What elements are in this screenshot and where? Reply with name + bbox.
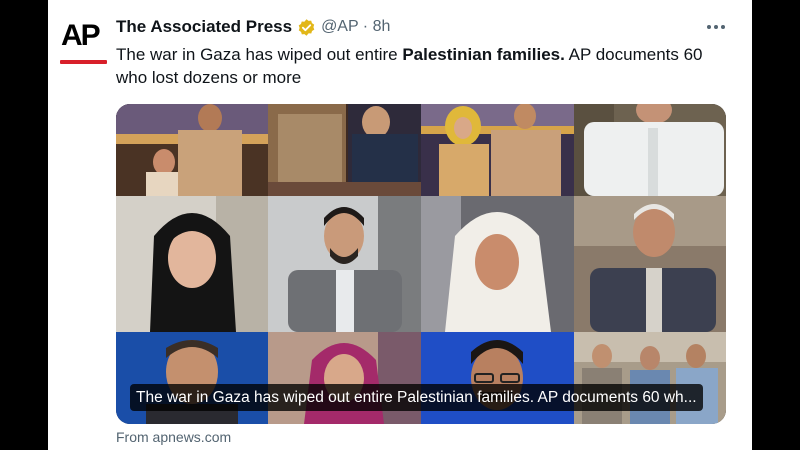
- link-card-image[interactable]: The war in Gaza has wiped out entire Pal…: [116, 104, 726, 424]
- letterbox-left: [0, 0, 48, 450]
- verified-badge-icon[interactable]: [297, 18, 316, 37]
- photo-tile-couple-yellow-hijab: [421, 104, 574, 196]
- avatar-logo-bar: [60, 60, 107, 64]
- more-options-icon[interactable]: [702, 14, 730, 40]
- photo-tile-elderly-man-white: [574, 104, 726, 196]
- avatar[interactable]: AP: [56, 12, 110, 66]
- tweet-header: The Associated Press @AP · 8h: [116, 14, 390, 40]
- link-card-caption: The war in Gaza has wiped out entire Pal…: [130, 384, 703, 411]
- photo-tile-young-man-suit: [268, 196, 421, 332]
- tweet-text-part1: The war in Gaza has wiped out entire: [116, 45, 403, 64]
- link-source[interactable]: From apnews.com: [116, 429, 231, 445]
- photo-tile-woman-white-hijab: [421, 196, 574, 332]
- photo-tile-father-daughter: [116, 104, 268, 196]
- letterbox-right: [752, 0, 800, 450]
- tweet-text-bold: Palestinian families.: [402, 45, 565, 64]
- handle-and-time: @AP · 8h: [321, 18, 391, 35]
- tweet-text: The war in Gaza has wiped out entire Pal…: [116, 43, 731, 89]
- avatar-logo-text: AP: [61, 19, 101, 52]
- photo-tile-woman-black-hijab: [116, 196, 268, 332]
- photo-tile-couple: [268, 104, 421, 196]
- author-name[interactable]: The Associated Press: [116, 17, 292, 37]
- photo-tile-older-man-suit: [574, 196, 726, 332]
